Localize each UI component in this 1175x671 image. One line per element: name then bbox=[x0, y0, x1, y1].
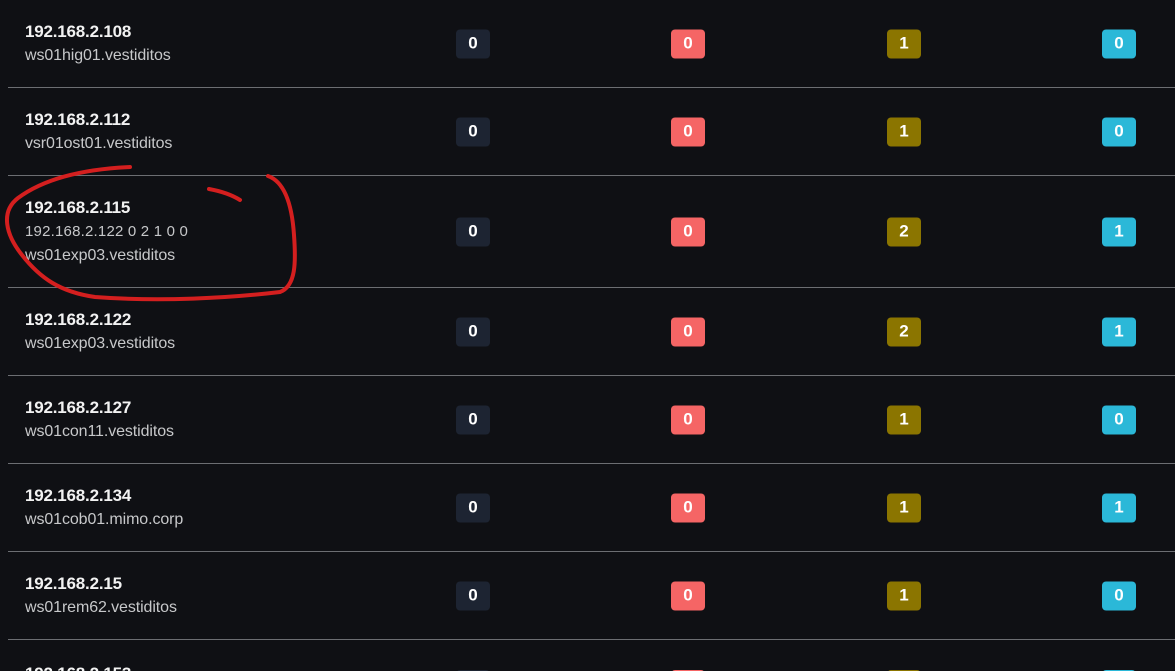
hosts-table: 192.168.2.108 ws01hig01.vestiditos 0 0 1 0 192… bbox=[8, 0, 1175, 671]
host-ip: 192.168.2.134 bbox=[25, 485, 132, 505]
host-ip: 192.168.2.153 bbox=[25, 662, 131, 671]
host-row[interactable]: 192.168.2.112 vsr01ost01.vestiditos 0 0 1 0 bbox=[8, 88, 1175, 176]
critical-count-badge: 0 bbox=[671, 493, 705, 522]
host-hostname: ws01cob01.mimo.corp bbox=[25, 510, 184, 528]
info-count-badge: 1 bbox=[1102, 493, 1136, 522]
info-count-badge: 0 bbox=[1102, 405, 1136, 434]
host-hostname: ws01con11.vestiditos bbox=[25, 422, 174, 440]
medium-count-badge: 1 bbox=[887, 117, 921, 146]
low-count-badge: 0 bbox=[456, 317, 490, 346]
medium-count-badge: 2 bbox=[887, 217, 921, 246]
host-row[interactable]: 192.168.2.122 ws01exp03.vestiditos 0 0 2 1 bbox=[8, 288, 1175, 376]
host-cell: 192.168.2.115 192.168.2.122 0 2 1 0 0 ws01… bbox=[25, 196, 188, 268]
host-cell: 192.168.2.134 ws01cob01.mimo.corp bbox=[25, 484, 183, 532]
critical-count-badge: 0 bbox=[671, 117, 705, 146]
host-row[interactable]: 192.168.2.15 ws01rem62.vestiditos 0 0 1 0 bbox=[8, 552, 1175, 640]
low-count-badge: 0 bbox=[456, 117, 490, 146]
critical-count-badge: 0 bbox=[671, 217, 705, 246]
host-ip: 192.168.2.112 bbox=[25, 109, 131, 129]
info-count-badge: 1 bbox=[1102, 217, 1136, 246]
low-count-badge: 0 bbox=[456, 493, 490, 522]
host-cell: 192.168.2.15 ws01rem62.vestiditos bbox=[25, 572, 177, 620]
medium-count-badge: 1 bbox=[887, 493, 921, 522]
critical-count-badge: 0 bbox=[671, 405, 705, 434]
host-hostname: ws01exp03.vestiditos bbox=[25, 246, 176, 264]
host-row[interactable]: 192.168.2.108 ws01hig01.vestiditos 0 0 1 0 bbox=[8, 0, 1175, 88]
host-cell: 192.168.2.153 bbox=[25, 662, 131, 671]
host-hostname: ws01exp03.vestiditos bbox=[25, 334, 176, 352]
host-ip: 192.168.2.127 bbox=[25, 397, 132, 417]
host-ip: 192.168.2.108 bbox=[25, 21, 132, 41]
low-count-badge: 0 bbox=[456, 405, 490, 434]
low-count-badge: 0 bbox=[456, 217, 490, 246]
critical-count-badge: 0 bbox=[671, 29, 705, 58]
critical-count-badge: 0 bbox=[671, 581, 705, 610]
medium-count-badge: 1 bbox=[887, 581, 921, 610]
host-row[interactable]: 192.168.2.115 192.168.2.122 0 2 1 0 0 ws01… bbox=[8, 176, 1175, 288]
host-ip: 192.168.2.15 bbox=[25, 573, 122, 593]
medium-count-badge: 2 bbox=[887, 317, 921, 346]
critical-count-badge: 0 bbox=[671, 317, 705, 346]
host-row[interactable]: 192.168.2.127 ws01con11.vestiditos 0 0 1 0 bbox=[8, 376, 1175, 464]
low-count-badge: 0 bbox=[456, 29, 490, 58]
low-count-badge: 0 bbox=[456, 581, 490, 610]
host-cell: 192.168.2.108 ws01hig01.vestiditos bbox=[25, 20, 171, 68]
host-ip: 192.168.2.122 bbox=[25, 309, 132, 329]
info-count-badge: 0 bbox=[1102, 29, 1136, 58]
medium-count-badge: 1 bbox=[887, 29, 921, 58]
info-count-badge: 0 bbox=[1102, 117, 1136, 146]
host-note: 192.168.2.122 0 2 1 0 0 bbox=[25, 222, 189, 240]
host-row[interactable]: 192.168.2.134 ws01cob01.mimo.corp 0 0 1 1 bbox=[8, 464, 1175, 552]
info-count-badge: 0 bbox=[1102, 581, 1136, 610]
host-row[interactable]: 192.168.2.153 bbox=[8, 640, 1175, 671]
host-ip: 192.168.2.115 bbox=[25, 197, 131, 217]
host-hostname: ws01rem62.vestiditos bbox=[25, 598, 177, 616]
info-count-badge: 1 bbox=[1102, 317, 1136, 346]
host-cell: 192.168.2.112 vsr01ost01.vestiditos bbox=[25, 108, 172, 156]
host-hostname: ws01hig01.vestiditos bbox=[25, 46, 171, 64]
host-cell: 192.168.2.127 ws01con11.vestiditos bbox=[25, 396, 174, 444]
medium-count-badge: 1 bbox=[887, 405, 921, 434]
host-cell: 192.168.2.122 ws01exp03.vestiditos bbox=[25, 308, 175, 356]
host-hostname: vsr01ost01.vestiditos bbox=[25, 134, 173, 152]
